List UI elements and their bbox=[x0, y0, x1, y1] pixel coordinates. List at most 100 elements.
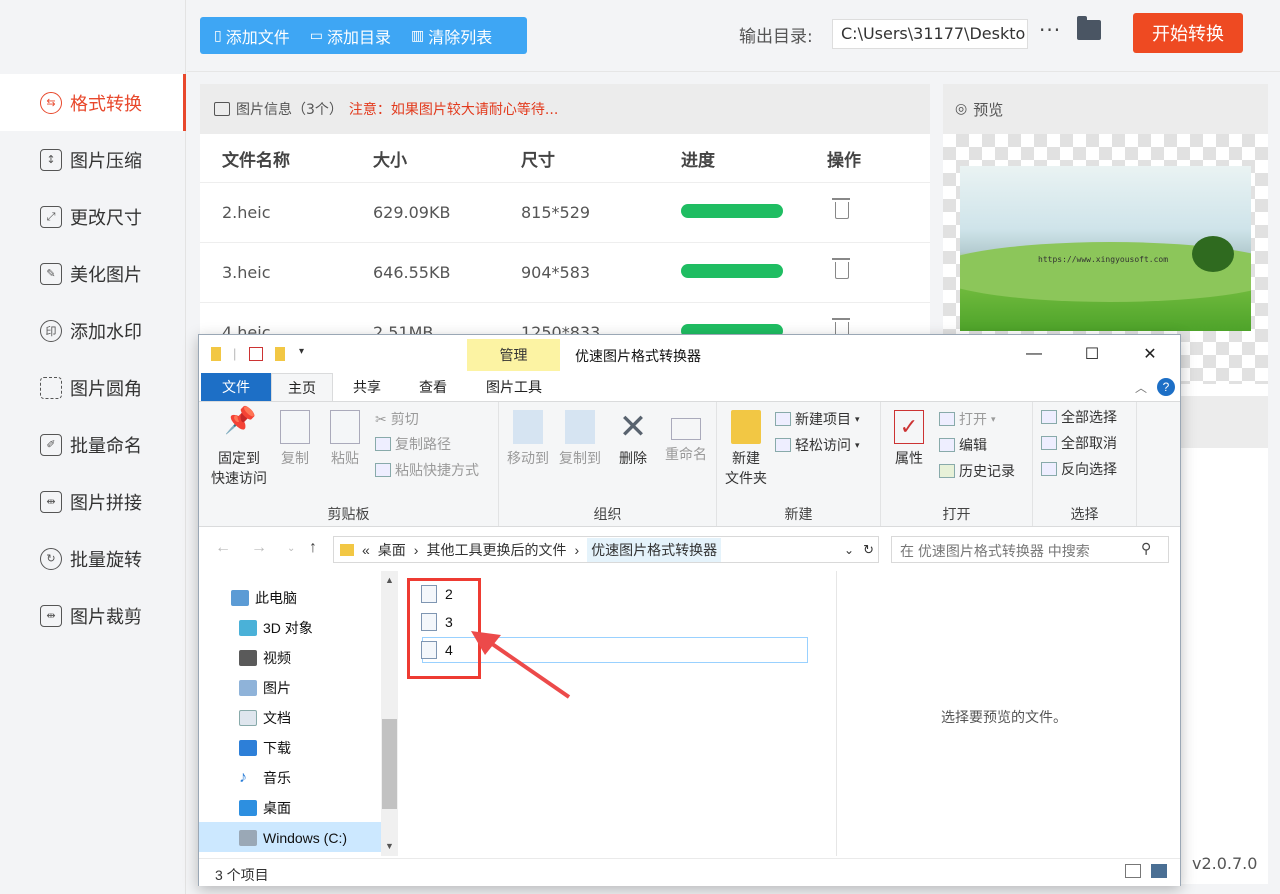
nav-desktop[interactable]: 桌面 bbox=[239, 793, 291, 823]
preview-header: ◎ 预览 bbox=[943, 84, 1268, 134]
open-folder-icon[interactable] bbox=[1077, 16, 1101, 40]
delete-icon[interactable] bbox=[832, 198, 850, 219]
delete-button[interactable]: ✕ 删除 bbox=[611, 410, 655, 468]
nav-windows-c[interactable]: Windows (C:) bbox=[239, 823, 347, 853]
clipboard-group: 📌 固定到 快速访问 复制 粘贴 ✂ 剪切 复制路径 粘贴快捷方式 剪贴板 bbox=[199, 402, 499, 526]
copy-to-button[interactable]: 复制到 bbox=[555, 410, 605, 468]
maximize-icon[interactable]: ☐ bbox=[1069, 339, 1115, 369]
nav-music[interactable]: ♪ 音乐 bbox=[239, 763, 291, 793]
table-row: 2.heic 629.09KB 815*529 bbox=[200, 183, 930, 243]
close-icon[interactable]: ✕ bbox=[1127, 339, 1173, 369]
delete-icon[interactable] bbox=[832, 258, 850, 279]
select-all-button[interactable]: 全部选择 bbox=[1041, 406, 1117, 428]
sidebar-item-label: 添加水印 bbox=[70, 321, 142, 343]
tab-view[interactable]: 查看 bbox=[402, 373, 464, 401]
sidebar-item-round-corner[interactable]: 图片圆角 bbox=[0, 359, 186, 416]
tab-file[interactable]: 文件 bbox=[201, 373, 271, 401]
sidebar-item-rename[interactable]: ✐ 批量命名 bbox=[0, 416, 186, 473]
details-view-icon[interactable] bbox=[1125, 864, 1141, 878]
cut-button[interactable]: ✂ 剪切 bbox=[375, 408, 419, 430]
move-to-button[interactable]: 移动到 bbox=[503, 410, 553, 468]
properties-button[interactable]: ✓ 属性 bbox=[889, 410, 929, 468]
large-icons-view-icon[interactable] bbox=[1151, 864, 1167, 878]
sidebar-item-crop[interactable]: ⇹ 图片裁剪 bbox=[0, 587, 186, 644]
up-arrow-icon[interactable]: ↑ bbox=[309, 539, 317, 557]
copy-button[interactable]: 复制 bbox=[275, 410, 315, 468]
tab-home[interactable]: 主页 bbox=[271, 373, 333, 401]
open-icon bbox=[939, 412, 955, 426]
sidebar-item-stitch[interactable]: ⇹ 图片拼接 bbox=[0, 473, 186, 530]
minimize-icon[interactable]: — bbox=[1011, 339, 1057, 369]
breadcrumb-separator-icon: › bbox=[574, 541, 580, 558]
open-button[interactable]: 打开 ▾ bbox=[939, 408, 996, 430]
nav-this-pc[interactable]: 此电脑 bbox=[231, 583, 297, 613]
recent-dropdown-icon[interactable]: ⌄ bbox=[287, 543, 295, 554]
help-icon[interactable]: ? bbox=[1157, 378, 1175, 396]
quick-access-dropdown-icon[interactable]: ▾ bbox=[299, 346, 304, 357]
sidebar-item-watermark[interactable]: 印 添加水印 bbox=[0, 302, 186, 359]
edit-button[interactable]: 编辑 bbox=[939, 434, 987, 456]
explorer-titlebar: | ▾ 管理 优速图片格式转换器 — ☐ ✕ bbox=[199, 335, 1180, 373]
easy-access-button[interactable]: 轻松访问 ▾ bbox=[775, 434, 860, 456]
copy-path-button[interactable]: 复制路径 bbox=[375, 433, 451, 455]
manage-tab[interactable]: 管理 bbox=[467, 339, 560, 371]
more-options-icon[interactable]: ··· bbox=[1039, 18, 1061, 42]
tab-share[interactable]: 共享 bbox=[339, 373, 395, 401]
new-folder-quick-icon[interactable] bbox=[275, 347, 285, 361]
new-folder-button[interactable]: 新建 文件夹 bbox=[723, 410, 769, 488]
nav-documents[interactable]: 文档 bbox=[239, 703, 291, 733]
sidebar-item-label: 图片圆角 bbox=[70, 378, 142, 400]
select-none-icon bbox=[1041, 436, 1057, 450]
history-button[interactable]: 历史记录 bbox=[939, 460, 1015, 482]
nav-scrollbar-thumb[interactable] bbox=[382, 719, 397, 809]
sidebar-item-label: 图片裁剪 bbox=[70, 606, 142, 628]
ribbon-collapse-icon[interactable]: ︿ bbox=[1135, 379, 1147, 396]
sidebar-item-rotate[interactable]: ↻ 批量旋转 bbox=[0, 530, 186, 587]
address-bar[interactable]: « 桌面 › 其他工具更换后的文件 › 优速图片格式转换器 ⌄ ↻ bbox=[333, 536, 879, 563]
nav-videos[interactable]: 视频 bbox=[239, 643, 291, 673]
invert-selection-button[interactable]: 反向选择 bbox=[1041, 458, 1117, 480]
move-to-icon bbox=[513, 410, 543, 444]
annotation-arrow-icon bbox=[471, 631, 571, 699]
pin-quick-access-button[interactable]: 📌 固定到 快速访问 bbox=[207, 407, 271, 488]
paste-button[interactable]: 粘贴 bbox=[325, 410, 365, 468]
start-convert-button[interactable]: 开始转换 bbox=[1133, 13, 1243, 53]
address-dropdown-icon[interactable]: ⌄ bbox=[844, 543, 854, 557]
top-toolbar: ▯ 添加文件 ▭ 添加目录 ▥ 清除列表 输出目录: C:\Users\3117… bbox=[187, 0, 1280, 72]
breadcrumb-desktop[interactable]: 桌面 bbox=[378, 540, 406, 560]
properties-quick-icon[interactable] bbox=[249, 347, 263, 361]
back-arrow-icon[interactable]: ← bbox=[215, 539, 231, 557]
refresh-icon[interactable]: ↻ bbox=[863, 542, 874, 558]
preview-eye-icon: ◎ bbox=[955, 101, 968, 117]
search-input[interactable]: 在 优速图片格式转换器 中搜索 bbox=[891, 536, 1169, 563]
paste-shortcut-button[interactable]: 粘贴快捷方式 bbox=[375, 459, 479, 481]
sidebar-item-compress[interactable]: ↕ 图片压缩 bbox=[0, 131, 186, 188]
forward-arrow-icon[interactable]: → bbox=[251, 539, 267, 557]
sidebar-item-label: 批量命名 bbox=[70, 435, 142, 457]
nav-3d-objects[interactable]: 3D 对象 bbox=[239, 613, 313, 643]
new-item-button[interactable]: 新建项目 ▾ bbox=[775, 408, 860, 430]
breadcrumb-overflow[interactable]: « bbox=[362, 542, 370, 558]
tab-picture-tools[interactable]: 图片工具 bbox=[469, 373, 559, 401]
add-file-button[interactable]: ▯ 添加文件 bbox=[214, 24, 290, 48]
breadcrumb-current[interactable]: 优速图片格式转换器 bbox=[587, 537, 722, 562]
output-path-field[interactable]: C:\Users\31177\Deskto bbox=[832, 19, 1028, 49]
nav-pictures[interactable]: 图片 bbox=[239, 673, 291, 703]
add-directory-button[interactable]: ▭ 添加目录 bbox=[310, 24, 391, 48]
format-convert-icon: ⇆ bbox=[40, 91, 62, 114]
sidebar-item-resize[interactable]: ⤢ 更改尺寸 bbox=[0, 188, 186, 245]
nav-scrollbar[interactable] bbox=[381, 571, 398, 856]
clear-list-button[interactable]: ▥ 清除列表 bbox=[411, 24, 492, 48]
scroll-up-icon[interactable]: ▲ bbox=[385, 575, 394, 585]
rename-button[interactable]: 重命名 bbox=[659, 410, 713, 464]
scroll-down-icon[interactable]: ▼ bbox=[385, 841, 394, 851]
file-icon: ▯ bbox=[214, 27, 222, 44]
sidebar-item-beautify[interactable]: ✎ 美化图片 bbox=[0, 245, 186, 302]
paste-shortcut-icon bbox=[375, 463, 391, 477]
nav-downloads[interactable]: 下载 bbox=[239, 733, 291, 763]
select-none-button[interactable]: 全部取消 bbox=[1041, 432, 1117, 454]
clear-list-label: 清除列表 bbox=[428, 27, 493, 47]
sidebar-item-format-convert[interactable]: ⇆ 格式转换 bbox=[0, 74, 186, 131]
folder-icon bbox=[211, 347, 221, 361]
breadcrumb-other-tools[interactable]: 其他工具更换后的文件 bbox=[426, 540, 566, 560]
